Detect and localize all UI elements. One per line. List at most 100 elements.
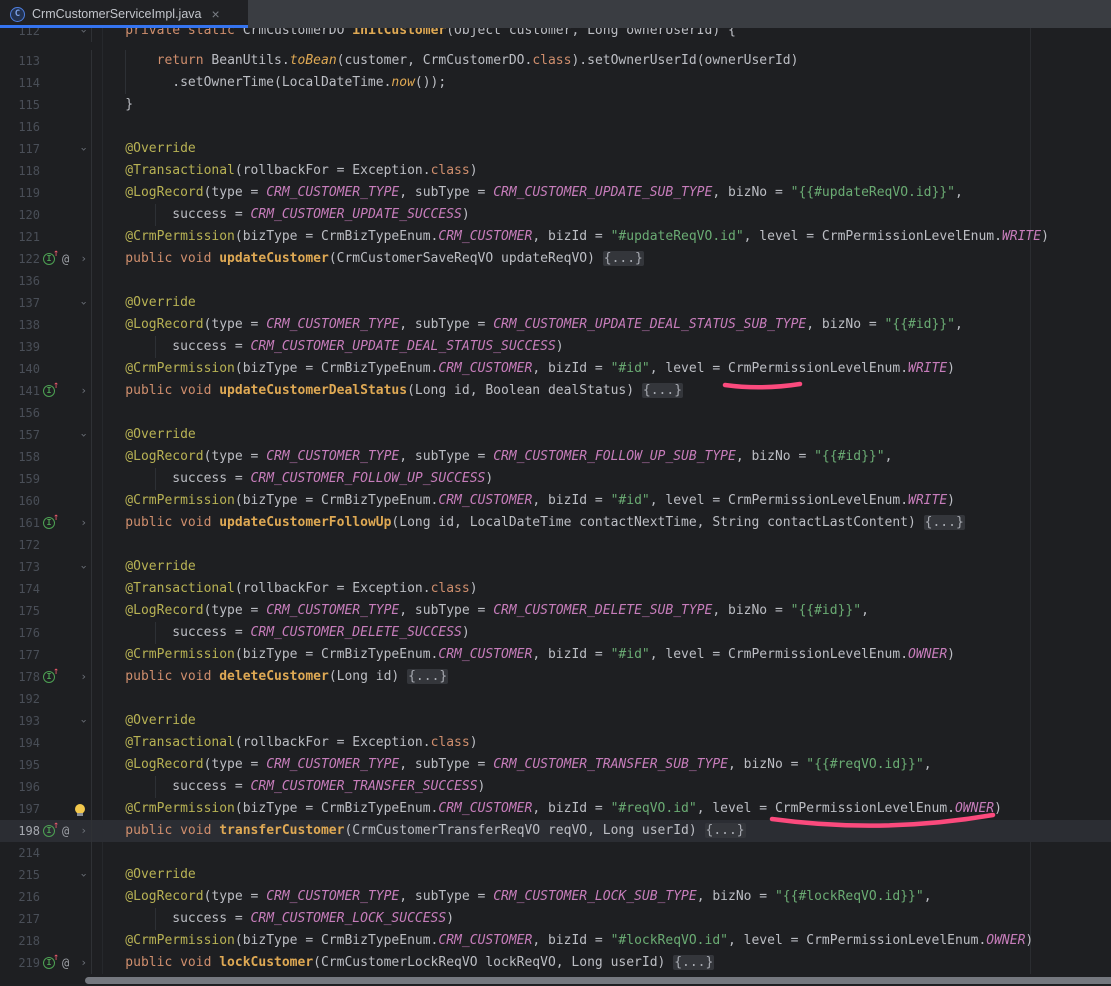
code-line[interactable]: 113 return BeanUtils.toBean(customer, Cr… [0, 50, 1111, 72]
override-method-icon[interactable]: I↑ [43, 670, 60, 684]
horizontal-scrollbar[interactable] [85, 977, 1111, 984]
code-line[interactable]: 161I↑› public void updateCustomerFollowU… [0, 512, 1111, 534]
code-line[interactable]: 121 @CrmPermission(bizType = CrmBizTypeE… [0, 226, 1111, 248]
code-line[interactable]: 174 @Transactional(rollbackFor = Excepti… [0, 578, 1111, 600]
code-line[interactable]: 115 } [0, 94, 1111, 116]
fold-collapsed-icon[interactable]: › [80, 248, 87, 270]
code-line[interactable]: 196 success = CRM_CUSTOMER_TRANSFER_SUCC… [0, 776, 1111, 798]
gutter: › [40, 138, 92, 160]
code-text: public void transferCustomer(CrmCustomer… [92, 820, 746, 842]
fold-collapsed-icon[interactable]: › [80, 512, 87, 534]
code-line[interactable]: 157› @Override [0, 424, 1111, 446]
code-text: @Override [92, 556, 196, 578]
line-number: 122 [0, 248, 40, 270]
code-line[interactable]: 136 [0, 270, 1111, 292]
code-line[interactable]: 198I↑@› public void transferCustomer(Crm… [0, 820, 1111, 842]
gutter [40, 336, 92, 358]
code-line[interactable]: 139 success = CRM_CUSTOMER_UPDATE_DEAL_S… [0, 336, 1111, 358]
code-line[interactable]: 214 [0, 842, 1111, 864]
code-line[interactable]: 219I↑@› public void lockCustomer(CrmCust… [0, 952, 1111, 974]
code-text: success = CRM_CUSTOMER_FOLLOW_UP_SUCCESS… [92, 468, 493, 490]
line-number: 174 [0, 578, 40, 600]
line-number: 214 [0, 842, 40, 864]
code-text: @LogRecord(type = CRM_CUSTOMER_TYPE, sub… [92, 182, 963, 204]
code-text: public void deleteCustomer(Long id) {...… [92, 666, 448, 688]
override-method-icon[interactable]: I↑ [43, 956, 60, 970]
gutter [40, 226, 92, 248]
line-number: 194 [0, 732, 40, 754]
code-line[interactable]: 140 @CrmPermission(bizType = CrmBizTypeE… [0, 358, 1111, 380]
code-line[interactable]: 118 @Transactional(rollbackFor = Excepti… [0, 160, 1111, 182]
line-number: 118 [0, 160, 40, 182]
code-line[interactable]: 192 [0, 688, 1111, 710]
gutter: I↑ › [40, 666, 92, 688]
line-number: 140 [0, 358, 40, 380]
line-number: 175 [0, 600, 40, 622]
line-number: 197 [0, 798, 40, 820]
override-method-icon[interactable]: I↑ [43, 516, 60, 530]
code-line[interactable]: 156 [0, 402, 1111, 424]
code-line[interactable]: 112› private static CrmCustomerDO initCu… [0, 28, 1111, 50]
code-line[interactable]: 217 success = CRM_CUSTOMER_LOCK_SUCCESS) [0, 908, 1111, 930]
fold-collapsed-icon[interactable]: › [80, 952, 87, 974]
code-line[interactable]: 138 @LogRecord(type = CRM_CUSTOMER_TYPE,… [0, 314, 1111, 336]
code-line[interactable]: 119 @LogRecord(type = CRM_CUSTOMER_TYPE,… [0, 182, 1111, 204]
code-text: @CrmPermission(bizType = CrmBizTypeEnum.… [92, 358, 955, 380]
line-number: 141 [0, 380, 40, 402]
code-line[interactable]: 175 @LogRecord(type = CRM_CUSTOMER_TYPE,… [0, 600, 1111, 622]
intention-bulb-icon[interactable] [75, 804, 85, 814]
code-line[interactable]: 116 [0, 116, 1111, 138]
override-method-icon[interactable]: I↑ [43, 824, 60, 838]
gutter [40, 578, 92, 600]
code-line[interactable]: 218 @CrmPermission(bizType = CrmBizTypeE… [0, 930, 1111, 952]
line-number: 160 [0, 490, 40, 512]
code-line[interactable]: 117› @Override [0, 138, 1111, 160]
code-line[interactable]: 216 @LogRecord(type = CRM_CUSTOMER_TYPE,… [0, 886, 1111, 908]
fold-collapsed-icon[interactable]: › [80, 380, 87, 402]
line-number: 173 [0, 556, 40, 578]
override-method-icon[interactable]: I↑ [43, 384, 60, 398]
indent-guide [155, 776, 156, 798]
code-line[interactable]: 178I↑› public void deleteCustomer(Long i… [0, 666, 1111, 688]
code-text: success = CRM_CUSTOMER_DELETE_SUCCESS) [92, 622, 470, 644]
override-method-icon[interactable]: I↑ [43, 252, 60, 266]
gutter [40, 270, 92, 292]
code-text: @CrmPermission(bizType = CrmBizTypeEnum.… [92, 930, 1033, 952]
code-line[interactable]: 137› @Override [0, 292, 1111, 314]
code-line[interactable]: 141I↑› public void updateCustomerDealSta… [0, 380, 1111, 402]
code-line[interactable]: 172 [0, 534, 1111, 556]
code-area[interactable]: 112› private static CrmCustomerDO initCu… [0, 28, 1111, 974]
fold-collapsed-icon[interactable]: › [80, 666, 87, 688]
code-line[interactable]: 194 @Transactional(rollbackFor = Excepti… [0, 732, 1111, 754]
code-editor[interactable]: 112› private static CrmCustomerDO initCu… [0, 28, 1111, 986]
code-line[interactable]: 114 .setOwnerTime(LocalDateTime.now()); [0, 72, 1111, 94]
tab-close-icon[interactable]: × [211, 7, 219, 21]
gutter [40, 182, 92, 204]
code-line[interactable]: 158 @LogRecord(type = CRM_CUSTOMER_TYPE,… [0, 446, 1111, 468]
indent-guide [125, 72, 126, 94]
line-number: 218 [0, 930, 40, 952]
line-number: 158 [0, 446, 40, 468]
code-line[interactable]: 173› @Override [0, 556, 1111, 578]
code-line[interactable]: 177 @CrmPermission(bizType = CrmBizTypeE… [0, 644, 1111, 666]
gutter [40, 468, 92, 490]
annotation-gutter-icon[interactable]: @ [62, 248, 69, 270]
code-line[interactable]: 193› @Override [0, 710, 1111, 732]
code-line[interactable]: 120 success = CRM_CUSTOMER_UPDATE_SUCCES… [0, 204, 1111, 226]
line-number: 217 [0, 908, 40, 930]
gutter [40, 116, 92, 138]
annotation-gutter-icon[interactable]: @ [62, 952, 69, 974]
annotation-gutter-icon[interactable]: @ [62, 820, 69, 842]
code-line[interactable]: 159 success = CRM_CUSTOMER_FOLLOW_UP_SUC… [0, 468, 1111, 490]
code-line[interactable]: 176 success = CRM_CUSTOMER_DELETE_SUCCES… [0, 622, 1111, 644]
code-line[interactable]: 122I↑@› public void updateCustomer(CrmCu… [0, 248, 1111, 270]
code-line[interactable]: 197 @CrmPermission(bizType = CrmBizTypeE… [0, 798, 1111, 820]
code-line[interactable]: 195 @LogRecord(type = CRM_CUSTOMER_TYPE,… [0, 754, 1111, 776]
tab-crmcustomerserviceimpl[interactable]: C CrmCustomerServiceImpl.java × [0, 0, 248, 28]
code-text [92, 534, 94, 556]
fold-collapsed-icon[interactable]: › [80, 820, 87, 842]
code-line[interactable]: 160 @CrmPermission(bizType = CrmBizTypeE… [0, 490, 1111, 512]
code-line[interactable]: 215› @Override [0, 864, 1111, 886]
code-text: @Override [92, 710, 196, 732]
line-number: 114 [0, 72, 40, 94]
